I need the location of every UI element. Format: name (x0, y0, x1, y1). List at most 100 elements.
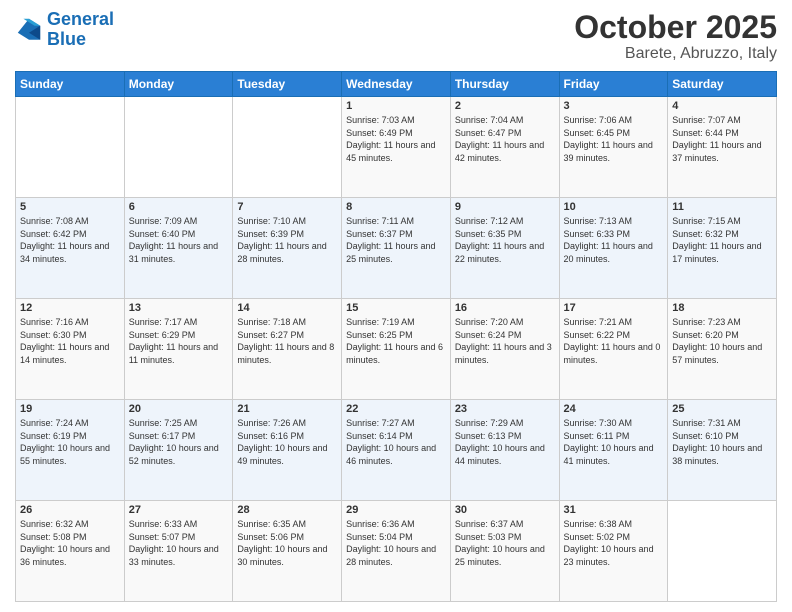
table-row: 17Sunrise: 7:21 AM Sunset: 6:22 PM Dayli… (559, 299, 668, 400)
table-row: 19 Sunrise: 7:24 AM Sunset: 6:19 PM Dayli… (16, 400, 125, 501)
page: General Blue October 2025 Barete, Abruzz… (0, 0, 792, 612)
day-info: Sunrise: 7:30 AM Sunset: 6:11 PM Dayligh… (564, 417, 664, 467)
day-info: Sunrise: 7:06 AM Sunset: 6:45 PM Dayligh… (564, 114, 664, 164)
day-info: Sunrise: 6:35 AM Sunset: 5:06 PM Dayligh… (237, 518, 337, 568)
day-info: Sunrise: 6:37 AM Sunset: 5:03 PM Dayligh… (455, 518, 555, 568)
day-number: 15 (346, 302, 446, 314)
day-info: Sunrise: 7:13 AM Sunset: 6:33 PM Dayligh… (564, 215, 664, 265)
day-number: 20 (129, 403, 229, 415)
day-info: Sunrise: 7:09 AM Sunset: 6:40 PM Dayligh… (129, 215, 229, 265)
logo-line2: Blue (47, 29, 86, 49)
col-thursday: Thursday (450, 72, 559, 97)
table-row: 4 Sunrise: 7:07 AM Sunset: 6:44 PM Daylig… (668, 97, 777, 198)
day-number: 28 (237, 504, 337, 516)
table-row: 9 Sunrise: 7:12 AM Sunset: 6:35 PM Daylig… (450, 198, 559, 299)
day-info: Sunrise: 6:32 AM Sunset: 5:08 PM Dayligh… (20, 518, 120, 568)
day-number: 23 (455, 403, 555, 415)
day-number: 9 (455, 201, 555, 213)
table-row (233, 97, 342, 198)
day-info: Sunrise: 7:24 AM Sunset: 6:19 PM Dayligh… (20, 417, 120, 467)
table-row: 7 Sunrise: 7:10 AM Sunset: 6:39 PM Daylig… (233, 198, 342, 299)
calendar-subtitle: Barete, Abruzzo, Italy (574, 45, 777, 63)
table-row: 1 Sunrise: 7:03 AM Sunset: 6:49 PM Daylig… (342, 97, 451, 198)
day-info: Sunrise: 7:08 AM Sunset: 6:42 PM Dayligh… (20, 215, 120, 265)
col-friday: Friday (559, 72, 668, 97)
day-info: Sunrise: 6:33 AM Sunset: 5:07 PM Dayligh… (129, 518, 229, 568)
table-row: 5 Sunrise: 7:08 AM Sunset: 6:42 PM Daylig… (16, 198, 125, 299)
day-info: Sunrise: 7:25 AM Sunset: 6:17 PM Dayligh… (129, 417, 229, 467)
day-info: Sunrise: 7:26 AM Sunset: 6:16 PM Dayligh… (237, 417, 337, 467)
col-wednesday: Wednesday (342, 72, 451, 97)
table-row: 21 Sunrise: 7:26 AM Sunset: 6:16 PM Dayli… (233, 400, 342, 501)
table-row (668, 501, 777, 602)
day-info: Sunrise: 7:10 AM Sunset: 6:39 PM Dayligh… (237, 215, 337, 265)
day-number: 18 (672, 302, 772, 314)
day-info: Sunrise: 7:23 AM Sunset: 6:20 PM Dayligh… (672, 316, 772, 366)
table-row (124, 97, 233, 198)
table-row: 23 Sunrise: 7:29 AM Sunset: 6:13 PM Dayli… (450, 400, 559, 501)
day-number: 8 (346, 201, 446, 213)
day-number: 4 (672, 100, 772, 112)
table-row: 27Sunrise: 6:33 AM Sunset: 5:07 PM Dayli… (124, 501, 233, 602)
table-row: 16 Sunrise: 7:20 AM Sunset: 6:24 PM Dayli… (450, 299, 559, 400)
day-info: Sunrise: 7:17 AM Sunset: 6:29 PM Dayligh… (129, 316, 229, 366)
day-info: Sunrise: 6:38 AM Sunset: 5:02 PM Dayligh… (564, 518, 664, 568)
day-info: Sunrise: 7:12 AM Sunset: 6:35 PM Dayligh… (455, 215, 555, 265)
calendar-header-row: Sunday Monday Tuesday Wednesday Thursday… (16, 72, 777, 97)
table-row: 24Sunrise: 7:30 AM Sunset: 6:11 PM Dayli… (559, 400, 668, 501)
table-row: 20 Sunrise: 7:25 AM Sunset: 6:17 PM Dayli… (124, 400, 233, 501)
day-number: 3 (564, 100, 664, 112)
day-number: 14 (237, 302, 337, 314)
day-number: 25 (672, 403, 772, 415)
day-info: Sunrise: 7:11 AM Sunset: 6:37 PM Dayligh… (346, 215, 446, 265)
day-info: Sunrise: 6:36 AM Sunset: 5:04 PM Dayligh… (346, 518, 446, 568)
col-sunday: Sunday (16, 72, 125, 97)
day-number: 12 (20, 302, 120, 314)
col-tuesday: Tuesday (233, 72, 342, 97)
day-number: 19 (20, 403, 120, 415)
day-number: 29 (346, 504, 446, 516)
table-row: 30Sunrise: 6:37 AM Sunset: 5:03 PM Dayli… (450, 501, 559, 602)
day-number: 2 (455, 100, 555, 112)
day-number: 7 (237, 201, 337, 213)
day-info: Sunrise: 7:03 AM Sunset: 6:49 PM Dayligh… (346, 114, 446, 164)
day-info: Sunrise: 7:16 AM Sunset: 6:30 PM Dayligh… (20, 316, 120, 366)
table-row: 14 Sunrise: 7:18 AM Sunset: 6:27 PM Dayli… (233, 299, 342, 400)
day-number: 21 (237, 403, 337, 415)
calendar-week-row: 12 Sunrise: 7:16 AM Sunset: 6:30 PM Dayli… (16, 299, 777, 400)
day-number: 16 (455, 302, 555, 314)
title-block: October 2025 Barete, Abruzzo, Italy (574, 10, 777, 63)
day-info: Sunrise: 7:31 AM Sunset: 6:10 PM Dayligh… (672, 417, 772, 467)
table-row: 13Sunrise: 7:17 AM Sunset: 6:29 PM Dayli… (124, 299, 233, 400)
col-saturday: Saturday (668, 72, 777, 97)
day-number: 22 (346, 403, 446, 415)
col-monday: Monday (124, 72, 233, 97)
day-info: Sunrise: 7:04 AM Sunset: 6:47 PM Dayligh… (455, 114, 555, 164)
day-number: 5 (20, 201, 120, 213)
table-row: 22Sunrise: 7:27 AM Sunset: 6:14 PM Dayli… (342, 400, 451, 501)
day-number: 1 (346, 100, 446, 112)
table-row: 2 Sunrise: 7:04 AM Sunset: 6:47 PM Daylig… (450, 97, 559, 198)
table-row: 10Sunrise: 7:13 AM Sunset: 6:33 PM Dayli… (559, 198, 668, 299)
table-row: 11 Sunrise: 7:15 AM Sunset: 6:32 PM Dayli… (668, 198, 777, 299)
table-row: 29 Sunrise: 6:36 AM Sunset: 5:04 PM Dayli… (342, 501, 451, 602)
day-number: 31 (564, 504, 664, 516)
day-info: Sunrise: 7:20 AM Sunset: 6:24 PM Dayligh… (455, 316, 555, 366)
logo-icon (15, 16, 43, 44)
day-number: 11 (672, 201, 772, 213)
calendar-table: Sunday Monday Tuesday Wednesday Thursday… (15, 71, 777, 602)
logo-line1: General (47, 9, 114, 29)
table-row: 3 Sunrise: 7:06 AM Sunset: 6:45 PM Daylig… (559, 97, 668, 198)
table-row: 25 Sunrise: 7:31 AM Sunset: 6:10 PM Dayli… (668, 400, 777, 501)
table-row: 31 Sunrise: 6:38 AM Sunset: 5:02 PM Dayli… (559, 501, 668, 602)
day-info: Sunrise: 7:07 AM Sunset: 6:44 PM Dayligh… (672, 114, 772, 164)
day-info: Sunrise: 7:19 AM Sunset: 6:25 PM Dayligh… (346, 316, 446, 366)
day-info: Sunrise: 7:18 AM Sunset: 6:27 PM Dayligh… (237, 316, 337, 366)
table-row: 18 Sunrise: 7:23 AM Sunset: 6:20 PM Dayli… (668, 299, 777, 400)
day-info: Sunrise: 7:29 AM Sunset: 6:13 PM Dayligh… (455, 417, 555, 467)
day-number: 26 (20, 504, 120, 516)
day-number: 6 (129, 201, 229, 213)
day-info: Sunrise: 7:21 AM Sunset: 6:22 PM Dayligh… (564, 316, 664, 366)
calendar-week-row: 1 Sunrise: 7:03 AM Sunset: 6:49 PM Daylig… (16, 97, 777, 198)
day-info: Sunrise: 7:15 AM Sunset: 6:32 PM Dayligh… (672, 215, 772, 265)
